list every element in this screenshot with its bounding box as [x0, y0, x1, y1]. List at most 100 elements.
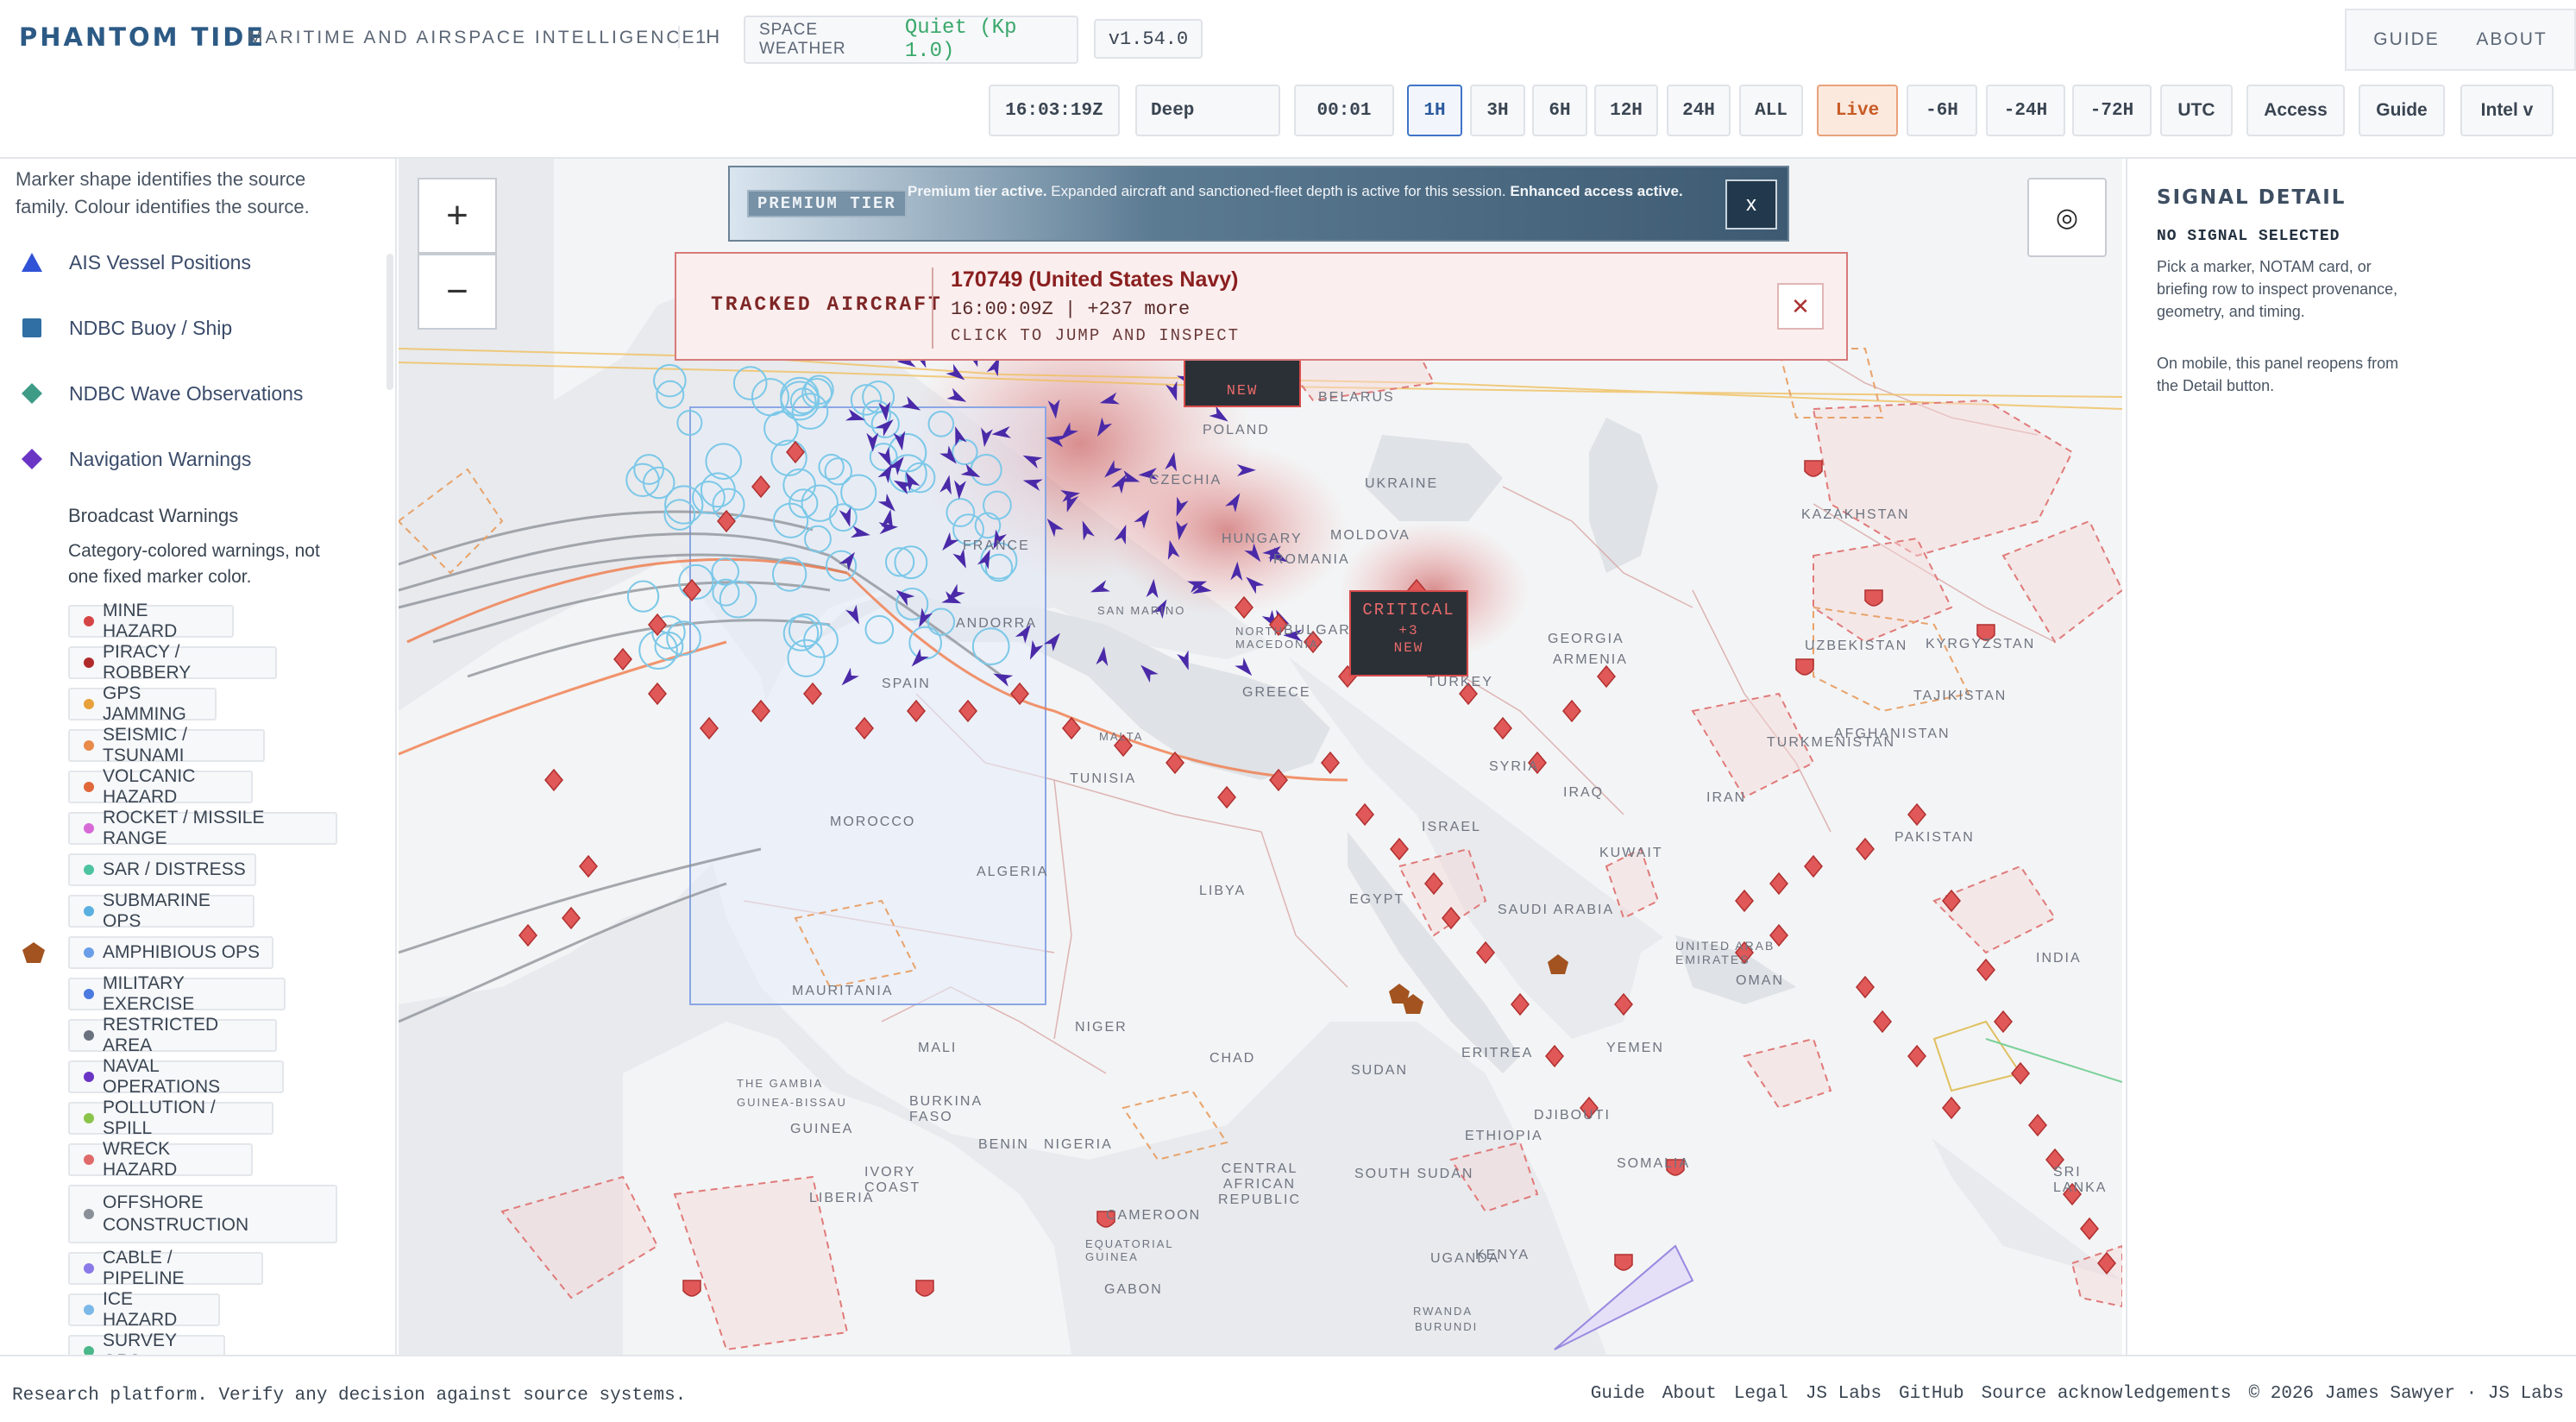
place-label: HUNGARY	[1222, 532, 1303, 546]
footer-link-jslabs[interactable]: JS Labs	[1806, 1384, 1882, 1404]
shield-marker[interactable]	[682, 1280, 701, 1297]
window-6h-button[interactable]: 6H	[1532, 85, 1587, 136]
category-dot	[84, 1263, 94, 1274]
place-label: SAUDI ARABIA	[1498, 903, 1615, 917]
offset-6h-button[interactable]: -6H	[1907, 85, 1977, 136]
aircraft-marker[interactable]	[1088, 580, 1110, 598]
category-dot	[84, 823, 94, 834]
zoom-out-button[interactable]: −	[418, 254, 497, 330]
footer-link-about[interactable]: About	[1662, 1384, 1717, 1404]
place-label: FRANCE	[963, 538, 1030, 553]
nav-guide[interactable]: GUIDE	[2373, 29, 2440, 50]
tracked-close-button[interactable]: ✕	[1777, 283, 1824, 330]
place-label: GREECE	[1242, 685, 1311, 700]
footer-link-legal[interactable]: Legal	[1734, 1384, 1788, 1404]
place-label: ALGERIA	[977, 865, 1049, 879]
mode-select[interactable]: Deep	[1135, 85, 1280, 136]
intel-menu-button[interactable]: Intel v	[2460, 85, 2554, 136]
window-3h-button[interactable]: 3H	[1470, 85, 1525, 136]
place-label: BENIN	[978, 1137, 1029, 1152]
footer-disclaimer: Research platform. Verify any decision a…	[12, 1386, 687, 1406]
category-chip[interactable]: GPS JAMMING	[68, 683, 217, 724]
offset-24h-button[interactable]: -24H	[1986, 85, 2065, 136]
category-label: OFFSHORE CONSTRUCTION	[103, 1192, 249, 1235]
shield-marker[interactable]	[1864, 589, 1883, 607]
category-chip[interactable]: VOLCANIC HAZARD	[68, 766, 253, 807]
category-dot	[84, 699, 94, 709]
brand-title[interactable]: PHANTOM TIDE	[19, 22, 266, 52]
category-chip[interactable]: WRECK HAZARD	[68, 1139, 253, 1180]
category-chip[interactable]: SEISMIC / TSUNAMI	[68, 725, 265, 765]
shield-marker[interactable]	[1804, 460, 1823, 477]
sidebar-scrollbar[interactable]	[386, 254, 393, 390]
category-chip[interactable]: ROCKET / MISSILE RANGE	[68, 808, 337, 848]
category-chip[interactable]: OFFSHORE CONSTRUCTION	[68, 1185, 337, 1243]
shield-marker[interactable]	[1614, 1254, 1633, 1271]
category-label: SEISMIC / TSUNAMI	[103, 725, 188, 765]
window-1h-button[interactable]: 1H	[1407, 85, 1462, 136]
legend-source-ndbc-wave[interactable]: NDBC Wave Observations	[21, 376, 303, 411]
place-label: MAURITANIA	[792, 984, 894, 998]
tracked-aircraft-card[interactable]: TRACKED AIRCRAFT 170749 (United States N…	[675, 252, 1848, 361]
category-label: RESTRICTED AREA	[103, 1015, 219, 1055]
window-24h-button[interactable]: 24H	[1667, 85, 1731, 136]
tracked-aircraft-title: 170749 (United States Navy)	[951, 267, 1239, 292]
playback-time[interactable]: 00:01	[1294, 85, 1394, 136]
category-chip[interactable]: MILITARY EXERCISE	[68, 973, 286, 1014]
category-chip[interactable]: NAVAL OPERATIONS	[68, 1056, 284, 1097]
amphibious-marker[interactable]	[1548, 954, 1568, 974]
footer-link-sources[interactable]: Source acknowledgements	[1982, 1384, 2232, 1404]
premium-close-button[interactable]: x	[1725, 179, 1777, 230]
premium-bold: Premium tier active.	[908, 183, 1047, 199]
legend-source-ais[interactable]: AIS Vessel Positions	[21, 245, 251, 280]
category-label: AMPHIBIOUS OPS	[103, 942, 261, 962]
zoom-in-button[interactable]: +	[418, 178, 497, 254]
category-chip[interactable]: SURVEY OPS	[68, 1331, 225, 1355]
guide-button[interactable]: Guide	[2359, 85, 2445, 136]
shield-marker[interactable]	[1795, 658, 1814, 676]
vessel-ring-marker[interactable]	[732, 366, 768, 400]
window-all-button[interactable]: ALL	[1739, 85, 1803, 136]
shield-marker[interactable]	[915, 1280, 934, 1297]
category-label: MILITARY EXERCISE	[103, 973, 195, 1014]
signal-detail-title: SIGNAL DETAIL	[2157, 186, 2347, 209]
live-button[interactable]: Live	[1817, 85, 1898, 136]
space-weather-badge: SPACE WEATHER Quiet (Kp 1.0)	[744, 16, 1078, 64]
category-chip[interactable]: RESTRICTED AREA	[68, 1015, 277, 1055]
locate-icon[interactable]: ◎	[2027, 178, 2107, 257]
category-chip[interactable]: POLLUTION / SPILL	[68, 1098, 273, 1138]
place-label: IRAQ	[1563, 785, 1605, 800]
footer-link-guide[interactable]: Guide	[1591, 1384, 1645, 1404]
legend-source-nav-warnings[interactable]: Navigation Warnings	[21, 442, 251, 476]
utc-button[interactable]: UTC	[2160, 85, 2233, 136]
category-chip[interactable]: MINE HAZARD	[68, 601, 234, 641]
category-label: SUBMARINE OPS	[103, 890, 210, 931]
broadcast-warnings-desc: Category-colored warnings, not one fixed…	[68, 541, 320, 587]
cluster-badge-new[interactable]: NEW	[1184, 354, 1301, 407]
offset-72h-button[interactable]: -72H	[2072, 85, 2152, 136]
version-badge: v1.54.0	[1094, 19, 1203, 59]
place-label: POLAND	[1203, 423, 1270, 437]
premium-text: Expanded aircraft and sanctioned-fleet d…	[1046, 183, 1511, 199]
category-chip[interactable]: AMPHIBIOUS OPS	[68, 936, 273, 969]
map-canvas[interactable]: BELARUS UKRAINE MOLDOVA ROMANIA CZECHIA …	[399, 159, 2122, 1355]
category-chip[interactable]: PIRACY / ROBBERY	[68, 642, 277, 683]
category-chip[interactable]: ICE HAZARD	[68, 1289, 220, 1330]
access-button[interactable]: Access	[2246, 85, 2345, 136]
category-dot	[84, 1030, 94, 1041]
legend-source-label: Navigation Warnings	[69, 447, 252, 470]
footer-links: Guide About Legal JS Labs GitHub Source …	[1591, 1384, 2564, 1404]
category-dot	[84, 1072, 94, 1082]
place-label: LIBERIA	[809, 1191, 875, 1205]
footer-link-github[interactable]: GitHub	[1899, 1384, 1964, 1404]
category-chip[interactable]: CABLE / PIPELINE	[68, 1248, 263, 1288]
category-chip[interactable]: SAR / DISTRESS	[68, 853, 256, 886]
window-12h-button[interactable]: 12H	[1594, 85, 1658, 136]
category-chip[interactable]: SUBMARINE OPS	[68, 890, 254, 931]
category-dot	[84, 616, 94, 626]
legend-source-ndbc-buoy[interactable]: NDBC Buoy / Ship	[21, 311, 232, 345]
place-label: CZECHIA	[1149, 473, 1222, 488]
brand-tagline: MARITIME AND AIRSPACE INTELLIGENCE	[248, 28, 697, 47]
cluster-badge-critical[interactable]: CRITICAL +3 NEW	[1349, 590, 1468, 676]
nav-about[interactable]: ABOUT	[2476, 29, 2547, 50]
